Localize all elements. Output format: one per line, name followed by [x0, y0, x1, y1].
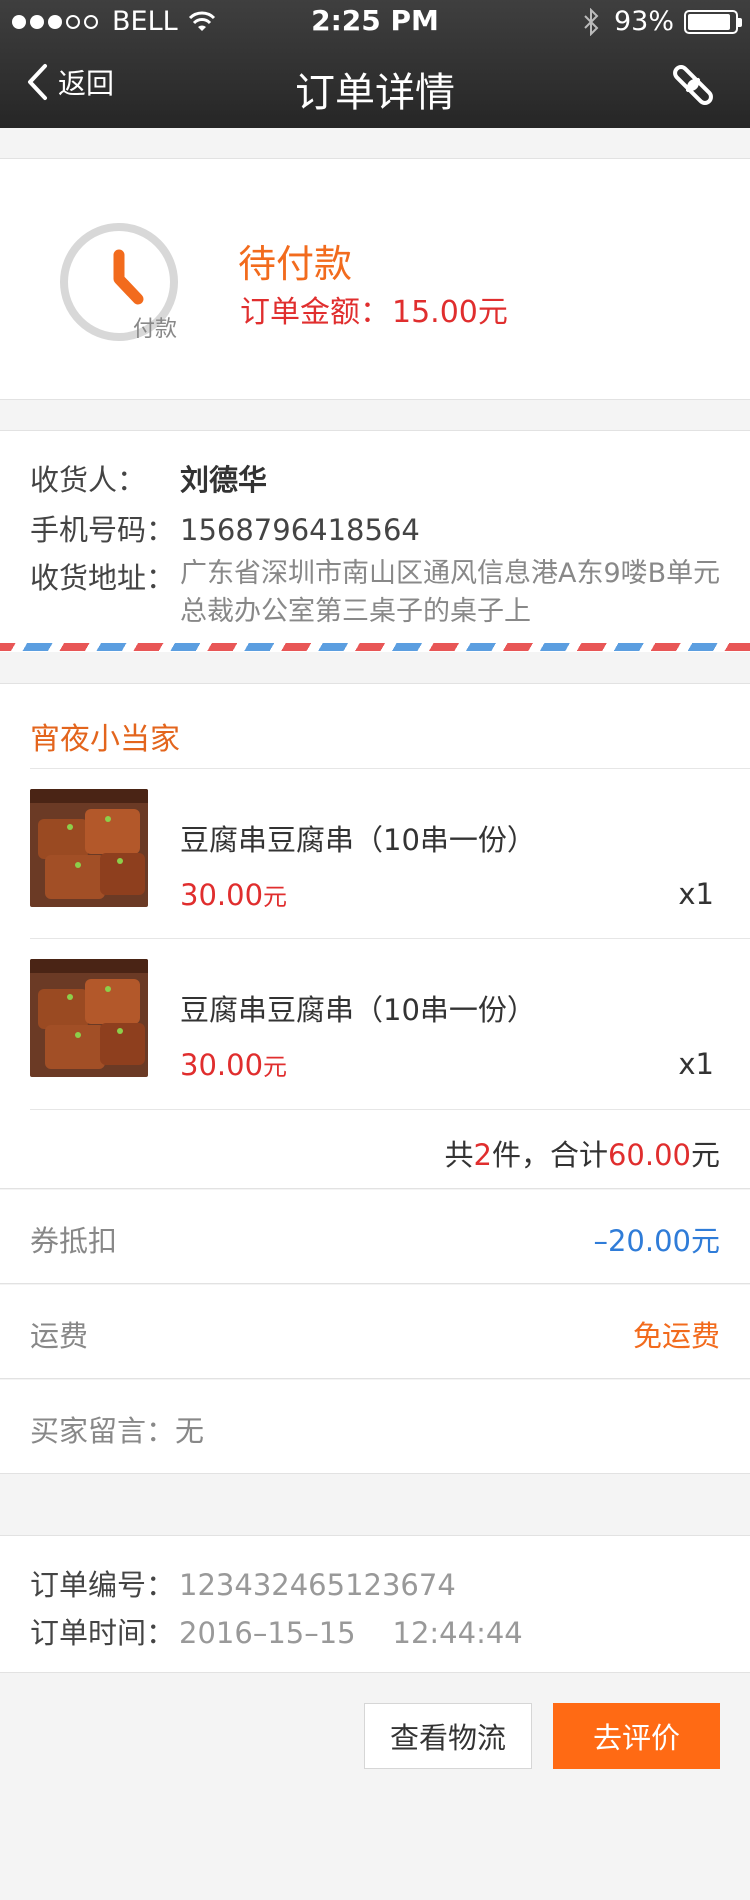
nav-bar: 返回 订单详情: [0, 42, 750, 128]
phone-row: 手机号码： 1568796418564: [30, 507, 420, 549]
list-item[interactable]: 豆腐串豆腐串（10串一份） 30.00元 x1: [0, 939, 750, 1109]
address-card: 收货人： 刘德华 手机号码： 1568796418564 收货地址： 广东省深圳市南…: [0, 430, 750, 652]
phone-number: 1568796418564: [180, 513, 420, 547]
item-price: 30.00元: [180, 1047, 287, 1082]
order-status-card: 付款 待付款 订单金额：15.00元: [0, 158, 750, 400]
clock-label: 付款: [133, 317, 178, 342]
order-amount: 订单金额：15.00元: [238, 287, 508, 331]
summary-total: 60.00: [607, 1138, 691, 1172]
address-label: 收货地址：: [30, 561, 176, 595]
order-info-card: 订单编号： 123432465123674 订单时间： 2016–15–15 12:…: [0, 1535, 750, 1673]
item-name: 豆腐串豆腐串（10串一份）: [180, 993, 536, 1027]
coupon-row: 券抵扣 –20.00元: [0, 1190, 750, 1284]
share-link-button[interactable]: [668, 60, 718, 114]
phone-label: 手机号码：: [30, 513, 176, 547]
receiver-label: 收货人：: [30, 463, 147, 497]
list-item[interactable]: 豆腐串豆腐串（10串一份） 30.00元 x1: [0, 769, 750, 939]
coupon-label: 券抵扣: [30, 1224, 118, 1258]
receiver-name: 刘德华: [180, 463, 268, 497]
buyer-message-label: 买家留言：: [30, 1414, 176, 1448]
shipping-label: 运费: [30, 1319, 89, 1353]
buyer-message-row: 买家留言：无: [0, 1380, 750, 1474]
coupon-value: –20.00元: [593, 1224, 720, 1258]
page-title: 订单详情: [295, 70, 455, 116]
item-price-unit: 元: [263, 1053, 288, 1081]
buyer-message: 买家留言：无: [30, 1408, 204, 1450]
summary-count: 2: [473, 1138, 492, 1172]
item-price-unit: 元: [263, 883, 288, 911]
status-bar: BELL 2:25 PM 93%: [0, 0, 750, 42]
item-price-value: 30.00: [180, 878, 264, 912]
summary-mid: 件，合计: [491, 1138, 608, 1172]
shipping-value: 免运费: [632, 1319, 720, 1353]
order-amount-label: 订单金额：: [240, 295, 390, 330]
order-time: 2016–15–15 12:44:44: [179, 1616, 523, 1650]
battery-percent: 93%: [613, 6, 674, 37]
order-summary: 共2件，合计60.00元: [444, 1132, 720, 1174]
bluetooth-icon: [584, 7, 599, 36]
shipping-row: 运费 免运费: [0, 1285, 750, 1379]
shop-name[interactable]: 宵夜小当家: [30, 714, 180, 758]
product-thumbnail: [30, 959, 148, 1077]
item-quantity: x1: [678, 1047, 714, 1081]
order-time-label: 订单时间：: [30, 1616, 176, 1650]
summary-prefix: 共: [444, 1138, 474, 1172]
order-amount-value: 15.00元: [392, 295, 508, 330]
address-label-row: 收货地址：: [30, 555, 180, 597]
item-price: 30.00元: [180, 877, 287, 912]
divider: [30, 1109, 750, 1110]
order-number-row: 订单编号： 123432465123674: [30, 1562, 456, 1604]
item-quantity: x1: [678, 877, 714, 911]
address-text: 广东省深圳市南山区通风信息港A东9喽B单元总裁办公室第三桌子的桌子上: [180, 558, 721, 627]
item-name: 豆腐串豆腐串（10串一份）: [180, 823, 536, 857]
top-bar: BELL 2:25 PM 93% 返回 订单详情: [0, 0, 750, 128]
view-logistics-button[interactable]: 查看物流: [364, 1703, 532, 1769]
battery-icon: [684, 9, 742, 34]
review-button[interactable]: 去评价: [553, 1703, 720, 1769]
receiver-row: 收货人： 刘德华: [30, 457, 267, 499]
airmail-border: [0, 643, 750, 651]
order-time-row: 订单时间： 2016–15–15 12:44:44: [30, 1610, 523, 1652]
order-state: 待付款: [238, 242, 353, 286]
item-price-value: 30.00: [180, 1048, 264, 1082]
summary-suffix: 元: [690, 1138, 720, 1172]
buyer-message-value: 无: [175, 1414, 205, 1448]
shop-card: 宵夜小当家 豆腐串豆腐串（10串一份） 30.00元 x1 豆腐串豆腐串（10串…: [0, 683, 750, 1189]
order-number: 123432465123674: [179, 1568, 456, 1602]
order-number-label: 订单编号：: [30, 1568, 176, 1602]
product-thumbnail: [30, 789, 148, 907]
link-icon: [673, 65, 713, 105]
